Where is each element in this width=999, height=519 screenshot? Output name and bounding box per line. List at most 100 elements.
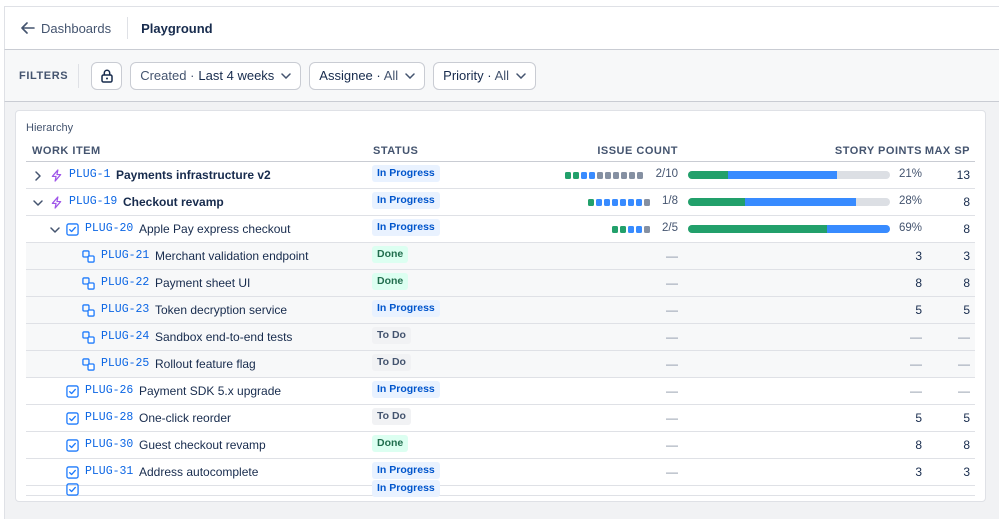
issue-key-link[interactable]: PLUG-21 [101,249,149,262]
issue-key-link[interactable]: PLUG-30 [85,438,133,451]
created-filter-dropdown[interactable]: Created · Last 4 weeks [130,61,302,90]
subtask-icon [82,331,95,344]
issue-count-segment [573,172,579,179]
table-row[interactable]: PLUG-22 Payment sheet UI Done — 8 8 [26,270,975,297]
story-points-value: 5 [915,411,922,425]
issue-summary[interactable]: Address autocomplete [139,465,258,479]
issue-count-segment [643,226,650,233]
issue-summary[interactable]: Guest checkout revamp [139,438,266,452]
table-row[interactable]: PLUG-31 Address autocomplete In Progress — 3… [26,459,975,486]
status-lozenge: Done [372,273,409,290]
story-points-value: 3 [915,465,922,479]
issue-key-link[interactable]: PLUG-25 [101,357,149,370]
issue-key-link[interactable]: PLUG-26 [85,384,133,397]
issue-count-value: 1/8 [662,195,678,207]
status-lozenge: In Progress [372,381,440,398]
status-lozenge: To Do [372,354,411,371]
chevron-right-icon[interactable] [32,170,44,182]
issue-count-segment [635,226,642,233]
status-lozenge: To Do [372,327,411,344]
issue-key-link[interactable]: PLUG-19 [69,195,117,208]
max-sp-value: 8 [963,195,970,209]
issue-count-segment [603,199,610,206]
status-lozenge: In Progress [372,219,440,236]
issue-summary[interactable]: Merchant validation endpoint [155,249,308,263]
story-points-progress-bar [688,171,890,179]
issue-count-segment [619,199,626,206]
issue-count-empty: — [666,303,678,317]
assignee-filter-prefix: Assignee · [319,68,381,83]
table-row[interactable]: PLUG-30 Guest checkout revamp Done — 8 8 [26,432,975,459]
chevron-down-icon[interactable] [49,224,61,236]
column-header-status[interactable]: STATUS [373,145,418,157]
created-filter-prefix: Created · [140,68,195,83]
story-checkbox-icon [66,466,79,479]
story-checkbox-icon [66,223,79,236]
table-row[interactable]: PLUG-21 Merchant validation endpoint Done —… [26,243,975,270]
issue-summary[interactable]: Rollout feature flag [155,357,256,371]
story-points-progress-bar [688,198,890,206]
progress-in-progress-segment [744,198,856,206]
table-row[interactable]: PLUG-28 One-click reorder To Do — 5 5 [26,405,975,432]
issue-count-dots [565,172,645,179]
issue-key-link[interactable]: PLUG-1 [69,168,110,181]
issue-summary[interactable]: Token decryption service [155,303,287,317]
issue-count-segment [621,172,627,179]
max-sp-value: 13 [956,168,970,182]
column-header-work-item[interactable]: WORK ITEM [32,145,101,157]
issue-key-link[interactable]: PLUG-23 [101,303,149,316]
divider [78,63,80,88]
issue-count-segment [605,172,611,179]
progress-done-segment [688,171,729,179]
assignee-filter-dropdown[interactable]: Assignee · All [309,61,426,90]
table-row[interactable]: In Progress [26,480,975,497]
issue-key-link[interactable]: PLUG-28 [85,411,133,424]
table-row[interactable]: PLUG-26 Payment SDK 5.x upgrade In Progres… [26,378,975,405]
lock-filters-button[interactable] [91,61,123,90]
status-lozenge: In Progress [372,165,440,182]
issue-summary[interactable]: Payment SDK 5.x upgrade [139,384,281,398]
issue-count-segment [565,172,571,179]
issue-summary[interactable]: Payment sheet UI [155,276,250,290]
epic-icon [50,169,63,182]
issue-key-link[interactable]: PLUG-24 [101,330,149,343]
priority-filter-dropdown[interactable]: Priority · All [433,61,537,90]
status-lozenge: To Do [372,408,411,425]
story-checkbox-icon [66,439,79,452]
issue-summary[interactable]: Apple Pay express checkout [139,222,290,236]
lock-icon [100,69,113,83]
back-to-dashboards-link[interactable]: Dashboards [21,21,111,36]
back-label: Dashboards [41,20,112,36]
issue-count-segment [627,226,634,233]
chevron-down-icon[interactable] [32,197,44,209]
issue-summary[interactable]: Sandbox end-to-end tests [155,330,292,344]
chevron-down-icon [281,72,292,79]
issue-count-dots [587,199,652,206]
table-row[interactable]: PLUG-1 Payments infrastructure v2 In Progr… [26,162,975,189]
filters-label: FILTERS [19,69,69,82]
table-row[interactable]: PLUG-24 Sandbox end-to-end tests To Do — — — [26,324,975,351]
column-header-max-sp[interactable]: MAX SP [925,145,970,157]
issue-count-segment [619,226,626,233]
issue-count-empty: — [666,438,678,452]
story-checkbox-icon [66,483,79,496]
top-bar: Dashboards Playground [4,6,999,50]
priority-filter-value: All [494,68,510,83]
story-points-value: — [910,384,922,398]
table-row[interactable]: PLUG-25 Rollout feature flag To Do — — — [26,351,975,378]
issue-count-empty: — [666,384,678,398]
max-sp-value: 8 [963,222,970,236]
issue-key-link[interactable]: PLUG-31 [85,465,133,478]
created-filter-value: Last 4 weeks [198,68,275,83]
issue-summary[interactable]: Payments infrastructure v2 [116,168,271,182]
issue-key-link[interactable]: PLUG-20 [85,222,133,235]
column-header-story-points[interactable]: STORY POINTS [835,145,922,157]
table-row[interactable]: PLUG-23 Token decryption service In Progre… [26,297,975,324]
table-row[interactable]: PLUG-19 Checkout revamp In Progress 1/8 28% 8 [26,189,975,216]
column-header-issue-count[interactable]: ISSUE COUNT [597,145,678,157]
story-points-value: — [910,357,922,371]
issue-summary[interactable]: One-click reorder [139,411,231,425]
table-row[interactable]: PLUG-20 Apple Pay express checkout In Prog… [26,216,975,243]
issue-key-link[interactable]: PLUG-22 [101,276,149,289]
issue-summary[interactable]: Checkout revamp [123,195,224,209]
